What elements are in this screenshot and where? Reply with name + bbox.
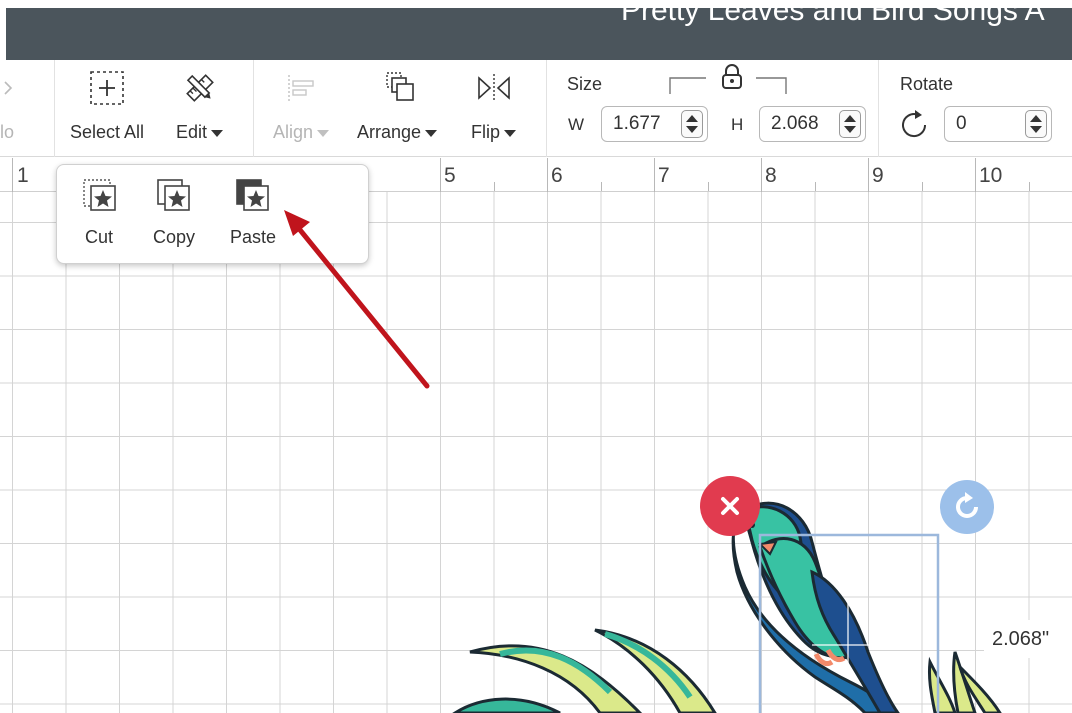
redo-label: lo (0, 122, 14, 142)
chevron-right-icon (2, 68, 18, 108)
ruler-major-tick (868, 158, 869, 192)
rotate-stepper[interactable] (1025, 110, 1047, 138)
ruler-minor-tick (815, 182, 816, 191)
ruler-label: 6 (551, 164, 563, 187)
rotate-value[interactable]: 0 (945, 113, 1025, 135)
align-icon (281, 68, 321, 108)
ruler-major-tick (12, 158, 13, 192)
rotate-handle-icon (956, 492, 978, 518)
height-stepper[interactable] (839, 110, 861, 138)
height-field[interactable]: 2.068 (759, 106, 866, 142)
ruler-major-tick (440, 158, 441, 192)
toolbar-divider (253, 60, 254, 157)
redo-partial[interactable]: lo (0, 68, 18, 143)
ruler-major-tick (547, 158, 548, 192)
rotate-label: Rotate (900, 74, 954, 94)
ruler-major-tick (975, 158, 976, 192)
ruler-major-tick (654, 158, 655, 192)
rotate-icon (897, 108, 931, 142)
ruler-major-tick (761, 158, 762, 192)
toolbar-divider (546, 60, 547, 157)
height-readout: 2.068" (984, 620, 1072, 658)
width-stepper[interactable] (681, 110, 703, 138)
rotate-field[interactable]: 0 (944, 106, 1052, 142)
lock-icon[interactable] (717, 62, 747, 92)
chevron-up-icon[interactable] (1030, 115, 1042, 122)
ruler-minor-tick (494, 182, 495, 191)
select-all-button[interactable]: Select All (70, 68, 144, 143)
ruler-minor-tick (708, 182, 709, 191)
flip-button[interactable]: Flip (471, 68, 517, 143)
width-value[interactable]: 1.677 (602, 113, 681, 135)
canvas-artwork (452, 501, 1002, 713)
chevron-up-icon[interactable] (844, 115, 856, 122)
copy-menu-item[interactable]: Copy (153, 175, 195, 248)
size-label: Size (567, 74, 603, 94)
title-band: Pretty Leaves and Bird Songs A (6, 8, 1072, 60)
toolbar-divider (54, 60, 55, 157)
cut-menu-item[interactable]: Cut (79, 175, 119, 248)
delete-handle[interactable] (700, 476, 760, 536)
chevron-up-icon[interactable] (686, 115, 698, 122)
paste-icon (233, 175, 273, 215)
ruler-label: 1 (17, 164, 29, 187)
height-letter: H (731, 115, 744, 134)
flip-label: Flip (471, 122, 517, 143)
ruler-minor-tick (601, 182, 602, 191)
width-field[interactable]: 1.677 (601, 106, 708, 142)
paste-menu-item[interactable]: Paste (230, 175, 276, 248)
chevron-down-icon (211, 129, 224, 137)
width-letter: W (568, 115, 585, 134)
design-canvas[interactable] (0, 192, 1072, 713)
title-bar: Pretty Leaves and Bird Songs A (0, 0, 1072, 60)
ruler-label: 9 (872, 164, 884, 187)
select-all-icon (87, 68, 127, 108)
delete-icon (721, 497, 739, 515)
cut-label: Cut (84, 227, 113, 247)
toolbar-divider (878, 60, 879, 157)
align-label: Align (273, 122, 330, 143)
flip-icon (474, 68, 514, 108)
select-all-label: Select All (70, 122, 145, 142)
chevron-down-icon[interactable] (686, 126, 698, 133)
chevron-down-icon (425, 129, 438, 137)
chevron-down-icon[interactable] (844, 126, 856, 133)
edit-menu-popup: Cut Copy Paste (56, 164, 369, 264)
arrange-button[interactable]: Arrange (357, 68, 438, 143)
edit-button[interactable]: Edit (176, 68, 224, 143)
chevron-down-icon (317, 129, 330, 137)
chevron-down-icon (504, 129, 517, 137)
edit-pencil-ruler-icon (180, 68, 220, 108)
ruler-label: 5 (444, 164, 456, 187)
ruler-label: 10 (979, 164, 1003, 187)
chevron-down-icon[interactable] (1030, 126, 1042, 133)
align-button[interactable]: Align (273, 68, 330, 143)
edit-toolbar: lo Select All Edit Align Arrange Flip Si… (0, 60, 1072, 157)
ruler-label: 8 (765, 164, 777, 187)
cut-icon (79, 175, 119, 215)
ruler-minor-tick (922, 182, 923, 191)
paste-label: Paste (230, 227, 277, 247)
edit-label: Edit (176, 122, 224, 143)
height-value[interactable]: 2.068 (760, 113, 839, 135)
copy-icon (154, 175, 194, 215)
ruler-minor-tick (1029, 182, 1030, 191)
copy-label: Copy (153, 227, 196, 247)
project-title: Pretty Leaves and Bird Songs A (621, 8, 1045, 27)
rotate-handle[interactable] (940, 480, 994, 534)
arrange-icon (380, 68, 420, 108)
ruler-label: 7 (658, 164, 670, 187)
leaf-branch-artwork[interactable] (452, 628, 1002, 713)
arrange-label: Arrange (357, 122, 438, 143)
